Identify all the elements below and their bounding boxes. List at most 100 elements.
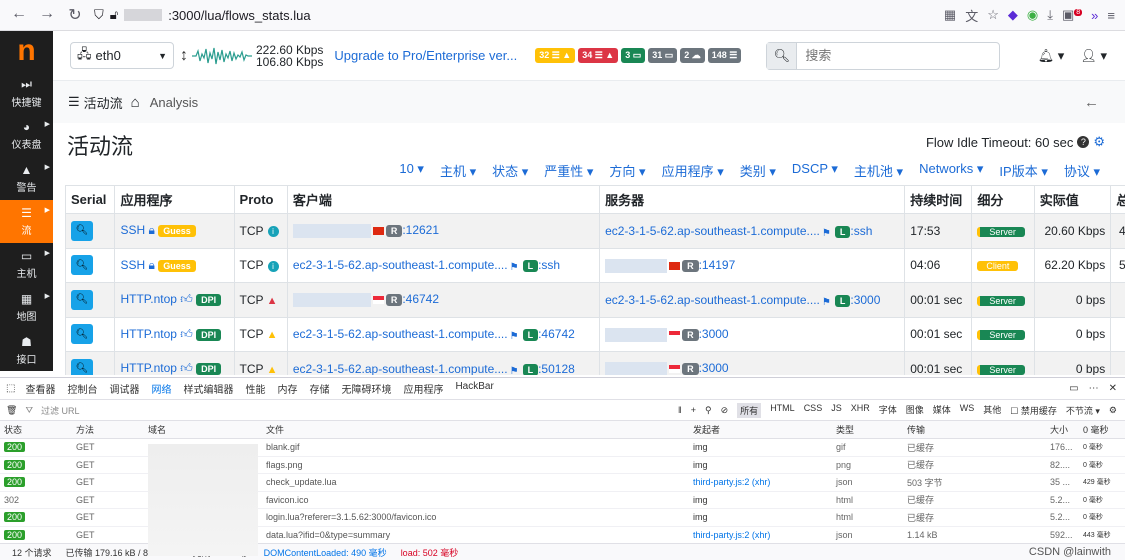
app-link[interactable]: SSH — [120, 223, 145, 237]
warning-icon[interactable]: ▲ — [264, 329, 278, 341]
sidebar-item-2[interactable]: ▲ 警告 ▶ — [0, 157, 53, 200]
block-icon[interactable]: ⊘ — [721, 405, 729, 416]
filter-dropdown[interactable]: 协议 ▾ — [1064, 161, 1100, 180]
devtools-tab[interactable]: 查看器 — [25, 381, 55, 396]
devtools-tab[interactable]: 性能 — [245, 381, 265, 396]
client-port-link[interactable]: :12621 — [402, 223, 439, 237]
filter-dropdown[interactable]: 10 ▾ — [399, 161, 424, 180]
network-column-header[interactable]: 传输 — [903, 423, 1046, 436]
filter-dropdown[interactable]: 主机 ▾ — [440, 161, 476, 180]
filter-dropdown[interactable]: 状态 ▾ — [492, 161, 528, 180]
warning-icon[interactable]: ▲ — [264, 295, 278, 307]
column-header[interactable]: 实际值 — [1033, 185, 1112, 214]
more-options-icon[interactable]: ⋯ — [1089, 383, 1099, 394]
app-link[interactable]: SSH — [120, 258, 145, 272]
bookmark-star-icon[interactable]: ☆ — [987, 7, 999, 23]
back-icon[interactable]: ← — [8, 5, 30, 25]
back-arrow-icon[interactable]: ← — [1084, 94, 1099, 111]
network-column-header[interactable]: 文件 — [262, 423, 689, 436]
devtools-tab[interactable]: 控制台 — [67, 381, 97, 396]
interface-select[interactable]: 🖧︎ eth0 ▼ — [70, 42, 174, 69]
ntop-logo[interactable]: n — [0, 31, 53, 71]
filter-dropdown[interactable]: IP版本 ▾ — [999, 161, 1047, 180]
filter-dropdown[interactable]: 严重性 ▾ — [544, 161, 593, 180]
extension-icon[interactable]: ◆ — [1008, 7, 1018, 23]
column-header[interactable]: 客户端 — [286, 185, 601, 214]
search-icon[interactable]: 🔍︎ — [767, 42, 798, 69]
type-filter-button[interactable]: CSS — [804, 403, 823, 418]
filter-dropdown[interactable]: DSCP ▾ — [792, 161, 838, 180]
server-port-link[interactable]: :3000 — [699, 361, 729, 375]
app-link[interactable]: HTTP.ntop — [120, 361, 176, 375]
client-port-link[interactable]: :46742 — [402, 292, 439, 306]
forward-icon[interactable]: → — [36, 5, 58, 25]
server-port-link[interactable]: :ssh — [850, 224, 872, 238]
info-icon[interactable]: i — [267, 260, 279, 272]
type-filter-button[interactable]: 字体 — [879, 403, 897, 418]
server-port-link[interactable]: :3000 — [699, 327, 729, 341]
dock-icon[interactable]: ▭ — [1069, 383, 1078, 394]
help-icon[interactable]: ? — [1077, 136, 1090, 148]
gear-icon[interactable]: ⚙ — [1093, 134, 1105, 150]
home-icon[interactable]: ⌂ — [131, 94, 140, 111]
type-filter-button[interactable]: 媒体 — [933, 403, 951, 418]
app-link[interactable]: HTTP.ntop — [120, 327, 176, 341]
devtools-tab[interactable]: 存储 — [309, 381, 329, 396]
disable-cache-checkbox[interactable]: ☐ 禁用缓存 — [1010, 404, 1057, 417]
devtools-tab[interactable]: 调试器 — [109, 381, 139, 396]
app-link[interactable]: HTTP.ntop — [120, 292, 176, 306]
network-column-header[interactable]: 类型 — [832, 423, 903, 436]
column-header[interactable]: 总字 — [1110, 185, 1125, 214]
column-header[interactable]: Serial — [65, 185, 116, 214]
network-column-header[interactable]: 域名 — [144, 423, 262, 436]
server-host-link[interactable]: ec2-3-1-5-62.ap-southeast-1.compute.... — [605, 224, 820, 238]
sidebar-item-4[interactable]: ▭ 主机 ▶ — [0, 243, 53, 286]
close-devtools-icon[interactable]: ✕ — [1109, 383, 1117, 394]
devtools-tab[interactable]: 无障碍环境 — [341, 381, 391, 396]
network-settings-icon[interactable]: ⚙ — [1109, 405, 1117, 416]
menu-icon[interactable]: ≡ — [1107, 8, 1115, 23]
column-header[interactable]: Proto — [233, 185, 288, 214]
qr-icon[interactable]: ▦ — [944, 7, 956, 23]
reload-icon[interactable]: ↻ — [64, 5, 86, 25]
filter-dropdown[interactable]: 类别 ▾ — [740, 161, 776, 180]
search-input[interactable] — [797, 42, 998, 69]
pause-icon[interactable]: ‖ — [678, 405, 682, 415]
zoom-in-icon[interactable]: 🔍︎ — [71, 255, 93, 276]
column-header[interactable]: 持续时间 — [904, 185, 973, 214]
user-menu-icon[interactable]: 👤︎ ▾ — [1080, 48, 1107, 64]
zoom-in-icon[interactable]: 🔍︎ — [71, 220, 93, 241]
downloads-icon[interactable]: ⤓ — [1047, 7, 1053, 23]
type-filter-button[interactable]: 所有 — [737, 402, 762, 418]
alert-badge[interactable]: 34 ☰ ▲ — [578, 48, 619, 63]
throttle-select[interactable]: 不节流 ▾ — [1066, 404, 1100, 417]
filter-dropdown[interactable]: 主机池 ▾ — [854, 161, 903, 180]
column-header[interactable]: 服务器 — [599, 185, 906, 214]
network-column-header[interactable]: 大小 — [1046, 423, 1079, 436]
client-host-link[interactable]: ec2-3-1-5-62.ap-southeast-1.compute.... — [293, 258, 508, 272]
client-port-link[interactable]: :50128 — [538, 362, 575, 375]
alert-badge[interactable]: 3 ▭ — [621, 48, 646, 63]
type-filter-button[interactable]: 其他 — [983, 403, 1001, 418]
alert-badge[interactable]: 148 ☰ — [707, 48, 742, 63]
sidebar-item-6[interactable]: ☗ 接口 — [0, 329, 53, 372]
column-header[interactable]: 细分 — [971, 185, 1035, 214]
translate-icon[interactable]: 文 — [965, 6, 978, 25]
devtools-tab[interactable]: 网络 — [151, 381, 171, 396]
server-host-link[interactable]: ec2-3-1-5-62.ap-southeast-1.compute.... — [605, 293, 820, 307]
devtools-tab[interactable]: 应用程序 — [403, 381, 443, 396]
overflow-icon[interactable]: » — [1091, 8, 1098, 23]
url-bar[interactable]: ⛉ 🔓︎ :3000/lua/flows_stats.lua — [94, 7, 311, 23]
filter-url-input[interactable]: 过滤 URL — [41, 404, 80, 417]
client-host-link[interactable]: ec2-3-1-5-62.ap-southeast-1.compute.... — [293, 327, 508, 341]
add-icon[interactable]: + — [691, 405, 696, 415]
alert-badge[interactable]: 32 ☰ ▲ — [535, 48, 576, 63]
type-filter-button[interactable]: JS — [831, 403, 842, 418]
server-port-link[interactable]: :3000 — [850, 293, 880, 307]
client-port-link[interactable]: :46742 — [538, 327, 575, 341]
network-column-header[interactable]: 方法 — [72, 423, 144, 436]
filter-dropdown[interactable]: 方向 ▾ — [609, 161, 645, 180]
type-filter-button[interactable]: XHR — [851, 403, 870, 418]
devtools-tab[interactable]: 内存 — [277, 381, 297, 396]
server-port-link[interactable]: :14197 — [699, 258, 736, 272]
